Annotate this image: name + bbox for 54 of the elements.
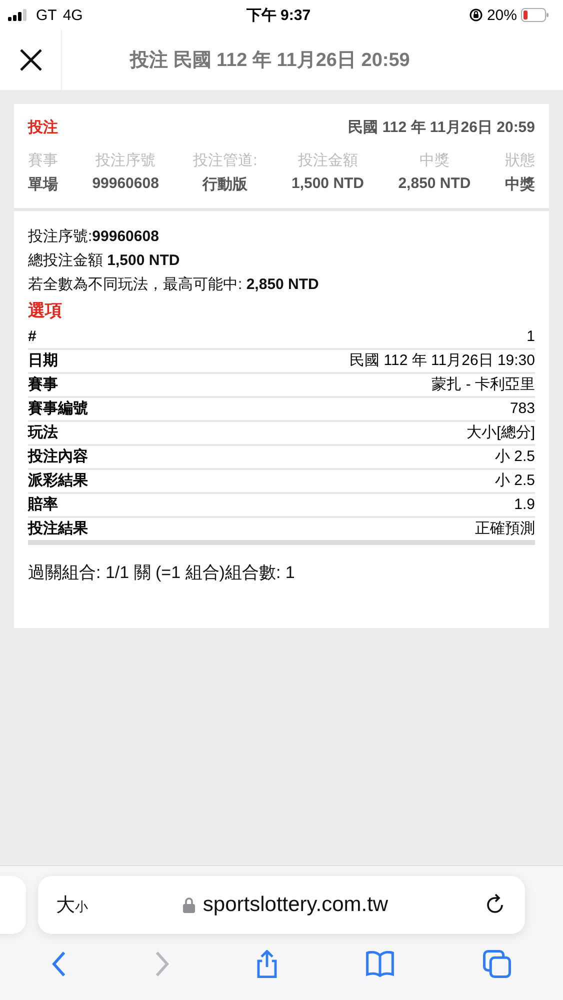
card-heading: 投注 bbox=[28, 118, 58, 137]
network-type: 4G bbox=[62, 6, 83, 24]
row-value: 1.9 bbox=[514, 495, 535, 515]
battery-icon bbox=[520, 8, 549, 22]
lock-icon bbox=[182, 897, 195, 913]
column-label: 中獎 bbox=[419, 151, 450, 170]
combination-summary: 過關組合: 1/1 關 (=1 組合)組合數: 1 bbox=[28, 562, 296, 584]
address-bar[interactable]: 大小 sportslottery.com.tw bbox=[38, 876, 525, 934]
row-value: 783 bbox=[510, 399, 535, 419]
row-label: 玩法 bbox=[28, 423, 58, 443]
row-label: 投注內容 bbox=[28, 447, 88, 467]
row-value: 民國 112 年 11月26日 19:30 bbox=[350, 351, 535, 371]
column-label: 投注金額 bbox=[298, 151, 358, 170]
summary-line: 總投注金額 1,500 NTD bbox=[28, 251, 181, 271]
column-label: 投注序號 bbox=[96, 151, 156, 170]
close-icon bbox=[20, 49, 42, 71]
url-text: sportslottery.com.tw bbox=[202, 893, 388, 917]
share-icon bbox=[257, 950, 278, 978]
column-label: 投注管道: bbox=[193, 151, 258, 170]
row-label: 投注結果 bbox=[28, 519, 88, 539]
row-value: 小 2.5 bbox=[494, 447, 535, 467]
row-label: 賠率 bbox=[28, 495, 58, 515]
column-value: 1,500 NTD bbox=[291, 175, 364, 192]
row-value: 小 2.5 bbox=[494, 471, 535, 491]
row-value: 蒙扎 - 卡利亞里 bbox=[432, 375, 535, 395]
options-heading: 選項 bbox=[28, 300, 63, 322]
row-label: 日期 bbox=[28, 351, 58, 371]
row-value: 1 bbox=[526, 327, 535, 347]
summary-line: 若全數為不同玩法，最高可能中: 2,850 NTD bbox=[28, 275, 320, 295]
bet-date: 民國 112 年 11月26日 20:59 bbox=[348, 118, 535, 137]
book-icon bbox=[366, 951, 394, 977]
row-label: 派彩結果 bbox=[28, 471, 88, 491]
column-label: 狀態 bbox=[504, 151, 535, 170]
tabs-icon bbox=[482, 950, 511, 978]
summary-line: 投注序號:99960608 bbox=[28, 227, 160, 247]
row-value: 大小[總分] bbox=[466, 423, 535, 443]
back-icon bbox=[52, 951, 66, 977]
column-value: 2,850 NTD bbox=[398, 175, 471, 192]
text-size-button[interactable]: 大小 bbox=[56, 892, 88, 918]
column-value: 99960608 bbox=[92, 175, 159, 192]
carrier-name: GT bbox=[36, 6, 57, 24]
forward-icon bbox=[154, 951, 169, 977]
clock: 下午 9:37 bbox=[246, 6, 311, 24]
row-value: 正確預測 bbox=[475, 519, 535, 539]
rotation-lock-icon bbox=[468, 8, 483, 22]
row-label: # bbox=[28, 327, 36, 347]
page-title: 投注 民國 112 年 11月26日 20:59 bbox=[130, 48, 410, 73]
column-value: 行動版 bbox=[202, 175, 248, 194]
battery-percent: 20% bbox=[486, 6, 517, 24]
row-label: 賽事 bbox=[28, 375, 58, 395]
row-label: 賽事編號 bbox=[28, 399, 88, 419]
column-label: 賽事 bbox=[28, 151, 58, 170]
column-value: 單場 bbox=[28, 175, 58, 194]
column-value: 中獎 bbox=[504, 175, 535, 194]
